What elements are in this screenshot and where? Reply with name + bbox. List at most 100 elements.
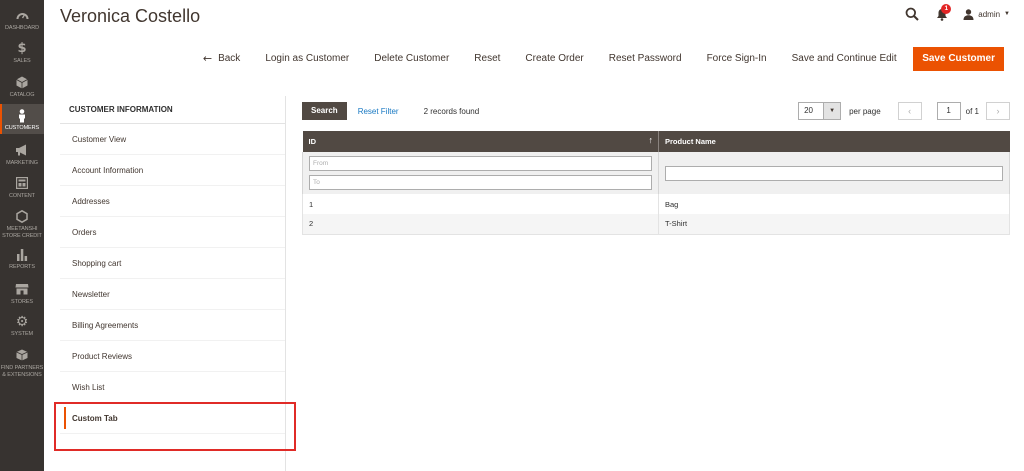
cell-product-name: Bag: [658, 194, 1010, 214]
nav-label: Catalog: [9, 92, 35, 98]
notification-count-badge: 1: [941, 4, 952, 14]
create-order-button[interactable]: Create Order: [513, 47, 596, 71]
bar-chart-icon: [16, 248, 28, 262]
tab-billing-agreements[interactable]: Billing Agreements: [60, 310, 285, 341]
per-page-select[interactable]: 20 ▼: [798, 102, 842, 120]
total-pages: of 1: [965, 106, 979, 116]
product-name-filter-input[interactable]: [665, 166, 1003, 181]
search-icon: [905, 7, 919, 21]
dashboard-icon: [16, 9, 29, 23]
nav-label: System: [10, 331, 33, 337]
dollar-icon: $: [17, 41, 27, 56]
products-grid: ID ↑ Product Name From To 1 Bag 2 T-Shir…: [302, 131, 1010, 235]
column-header-product-name[interactable]: Product Name: [658, 131, 1010, 152]
reset-filter-link[interactable]: Reset Filter: [358, 107, 399, 116]
nav-label: Reports: [9, 264, 35, 270]
search-button[interactable]: Search: [302, 102, 347, 120]
nav-system[interactable]: ⚙ System: [0, 312, 44, 346]
login-as-customer-button[interactable]: Login as Customer: [253, 47, 362, 71]
cell-product-name: T-Shirt: [658, 214, 1010, 235]
table-row[interactable]: 1 Bag: [302, 194, 1010, 214]
nav-catalog[interactable]: Catalog: [0, 68, 44, 102]
nav-stores[interactable]: Stores: [0, 279, 44, 311]
tab-shopping-cart[interactable]: Shopping cart: [60, 248, 285, 279]
per-page-value: 20: [804, 106, 813, 115]
tab-product-reviews[interactable]: Product Reviews: [60, 341, 285, 372]
nav-label: Sales: [13, 58, 31, 64]
previous-page-button[interactable]: ‹: [897, 102, 922, 120]
delete-customer-button[interactable]: Delete Customer: [362, 47, 462, 71]
back-label: Back: [218, 53, 241, 64]
nav-reports[interactable]: Reports: [0, 244, 44, 278]
store-icon: [15, 283, 29, 297]
notifications-button[interactable]: 1: [933, 4, 952, 23]
grid-controls: Search Reset Filter 2 records found 20 ▼…: [302, 102, 1010, 120]
tab-orders[interactable]: Orders: [60, 217, 285, 248]
product-name-filter-cell: [658, 152, 1010, 194]
per-page-label: per page: [849, 106, 881, 116]
customer-information-tabs: Customer Information Customer View Accou…: [60, 96, 286, 471]
reset-password-button[interactable]: Reset Password: [596, 47, 694, 71]
tab-addresses[interactable]: Addresses: [60, 186, 285, 217]
current-page-input[interactable]: 1: [936, 102, 961, 120]
cube-icon: [16, 349, 28, 363]
nav-label: Dashboard: [5, 25, 39, 31]
back-button[interactable]: ← Back: [190, 47, 252, 71]
nav-label: Content: [9, 193, 35, 199]
records-count: 2 records found: [423, 106, 480, 116]
nav-find-partners[interactable]: Find Partners & Extensions: [0, 346, 44, 382]
admin-user-menu[interactable]: admin ▼: [963, 8, 1010, 20]
arrow-left-icon: ←: [202, 52, 213, 65]
nav-label: & Extensions: [2, 371, 42, 378]
tab-newsletter[interactable]: Newsletter: [60, 279, 285, 310]
cell-id: 1: [302, 194, 659, 214]
chevron-down-icon: ▼: [1004, 11, 1010, 17]
tab-custom-tab[interactable]: Custom Tab: [60, 403, 285, 434]
nav-sales[interactable]: $ Sales: [0, 34, 44, 68]
box-icon: [16, 76, 28, 90]
chevron-left-icon: ‹: [908, 106, 912, 116]
pager: 20 ▼ per page ‹ 1 of 1 ›: [798, 102, 1010, 120]
header-actions: 1 admin ▼: [903, 4, 1010, 23]
page-actions-toolbar: ← Back Login as Customer Delete Customer…: [190, 47, 1004, 71]
tab-wish-list[interactable]: Wish List: [60, 372, 285, 403]
nav-label: Marketing: [6, 160, 38, 166]
column-header-label: Product Name: [665, 137, 716, 146]
id-filter-cell: From To: [302, 152, 659, 194]
user-icon: [963, 8, 974, 20]
id-to-filter-input[interactable]: To: [309, 175, 652, 190]
admin-sidebar: Dashboard $ Sales Catalog Customers Mark…: [0, 0, 44, 471]
column-header-id[interactable]: ID ↑: [302, 131, 659, 152]
nav-label: Customers: [4, 125, 40, 131]
hexagon-icon: [16, 210, 28, 224]
nav-marketing[interactable]: Marketing: [0, 138, 44, 170]
cell-id: 2: [302, 214, 659, 235]
nav-dashboard[interactable]: Dashboard: [0, 0, 44, 34]
megaphone-icon: [15, 144, 29, 158]
tab-customer-view[interactable]: Customer View: [60, 124, 285, 155]
reset-button[interactable]: Reset: [462, 47, 513, 71]
content-icon: [16, 177, 28, 191]
nav-meetanshi-store-credit[interactable]: Meetanshi Store Credit: [0, 205, 44, 243]
save-customer-button[interactable]: Save Customer: [913, 47, 1004, 71]
caret-down-icon[interactable]: ▼: [823, 103, 841, 119]
tab-account-information[interactable]: Account Information: [60, 155, 285, 186]
filter-row: From To: [302, 152, 1010, 194]
force-sign-in-button[interactable]: Force Sign-In: [694, 47, 779, 71]
tabs-title: Customer Information: [60, 96, 285, 124]
gear-icon: ⚙: [15, 314, 29, 330]
chevron-right-icon: ›: [996, 106, 1000, 116]
id-from-filter-input[interactable]: From: [309, 156, 652, 171]
global-search-button[interactable]: [903, 5, 921, 23]
admin-username: admin: [978, 9, 1001, 19]
sort-arrow-up-icon: ↑: [648, 135, 654, 145]
nav-label: Store Credit: [2, 232, 42, 239]
nav-customers[interactable]: Customers: [0, 104, 44, 134]
next-page-button[interactable]: ›: [986, 102, 1010, 120]
table-row[interactable]: 2 T-Shirt: [302, 214, 1010, 235]
column-header-label: ID: [308, 137, 317, 146]
nav-content[interactable]: Content: [0, 171, 44, 203]
person-icon: [17, 109, 27, 123]
page-title: Veronica Costello: [60, 6, 201, 26]
save-and-continue-button[interactable]: Save and Continue Edit: [779, 47, 909, 71]
